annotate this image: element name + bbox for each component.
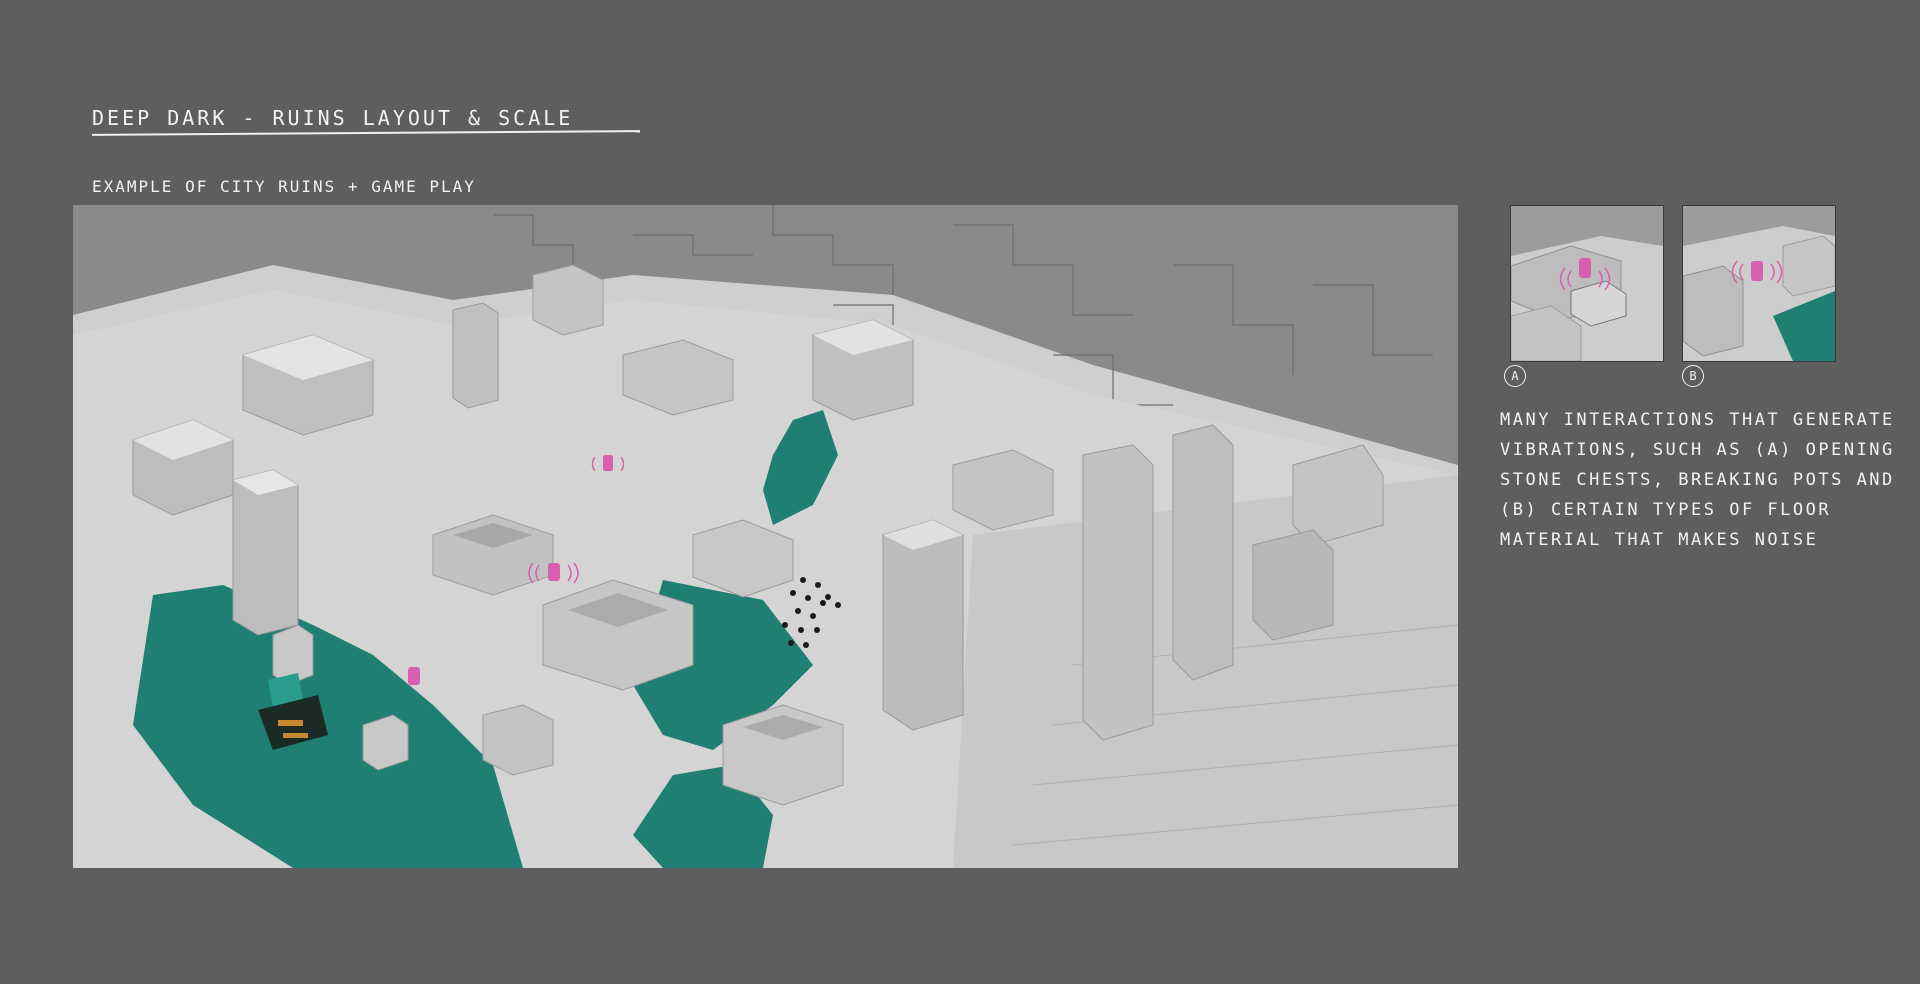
page-title: DEEP DARK - RUINS LAYOUT & SCALE xyxy=(92,106,574,130)
city-ruins-illustration xyxy=(73,205,1458,868)
ruins-scene-svg xyxy=(73,205,1458,868)
thumbnail-a-stone-chest xyxy=(1510,205,1664,362)
thumbnail-b-svg xyxy=(1683,206,1835,361)
page-subtitle: EXAMPLE OF CITY RUINS + GAME PLAY xyxy=(92,177,476,196)
thumbnail-b-floor-material xyxy=(1682,205,1836,362)
title-underline xyxy=(91,130,641,136)
thumbnail-a-label: A xyxy=(1504,365,1526,387)
thumbnail-a-svg xyxy=(1511,206,1663,361)
thumbnail-b-label: B xyxy=(1682,365,1704,387)
interaction-note: MANY INTERACTIONS THAT GENERATE VIBRATIO… xyxy=(1500,410,1895,550)
